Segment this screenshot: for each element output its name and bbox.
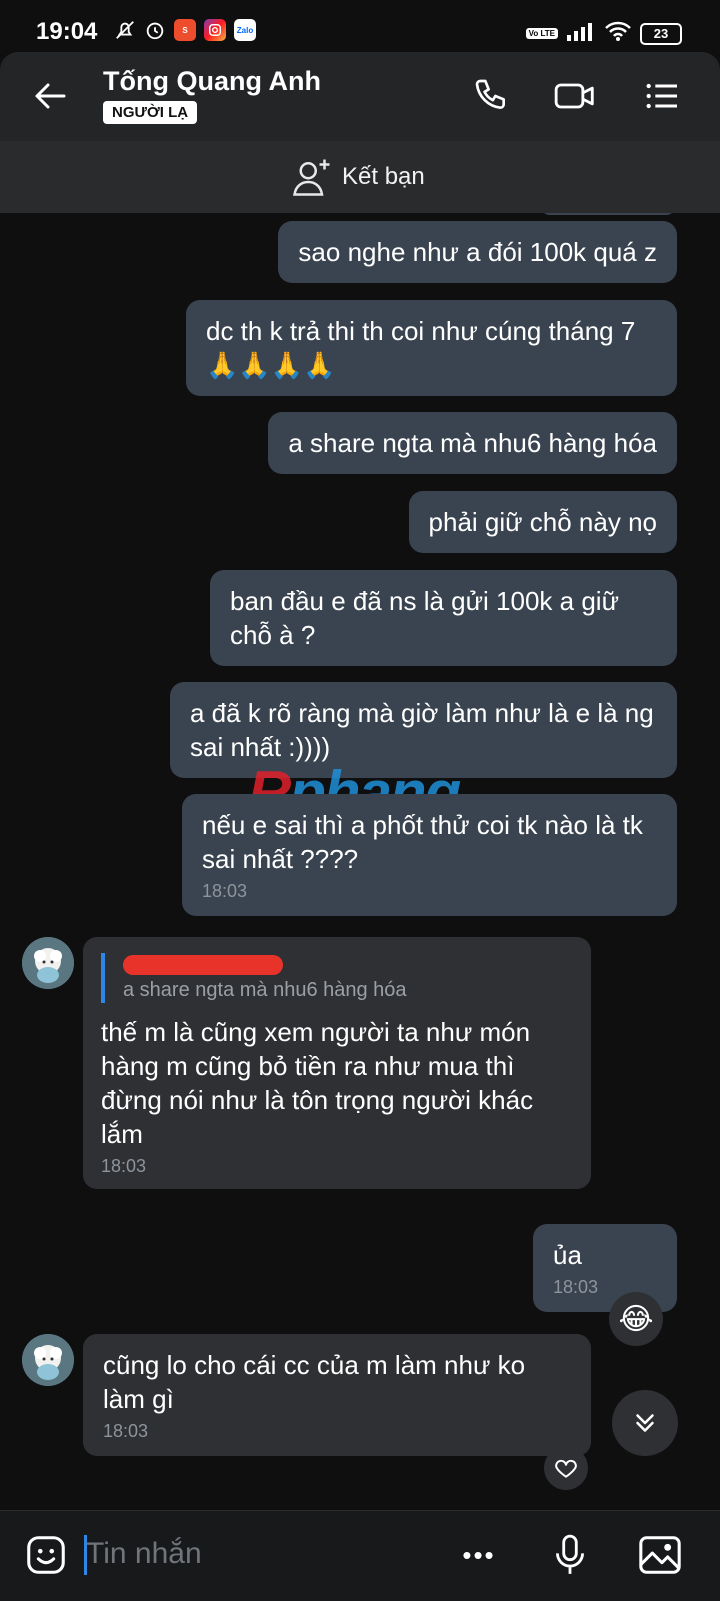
message-text: nếu e sai thì a phốt thử coi tk nào là t… [202,810,643,874]
message-text: ủa [553,1240,582,1270]
zalo-app-icon: Zalo [234,19,256,41]
chat-header: Tống Quang Anh NGƯỜI LẠ [0,52,720,141]
sheep-avatar-icon [22,937,74,989]
quoted-message[interactable]: a share ngta mà nhu6 hàng hóa [101,953,571,1003]
message-bubble-out[interactable]: ủa 18:03 [533,1224,677,1312]
message-text: a đã k rõ ràng mà giờ làm như là e là ng… [190,698,654,762]
battery-indicator: 23 [640,22,682,45]
message-bubble-out[interactable]: ban đầu e đã ns là gửi 100k a giữ chỗ à … [210,570,677,666]
video-call-button[interactable] [553,74,597,118]
message-bubble-out[interactable]: dc th k trả thi th coi như cúng tháng 7 … [186,300,677,396]
heart-icon [555,1459,577,1478]
message-text: a share ngta mà nhu6 hàng hóa [288,428,657,458]
contact-avatar[interactable] [22,1334,74,1386]
image-icon [639,1536,681,1574]
menu-button[interactable] [640,74,684,118]
voice-message-button[interactable] [546,1531,594,1579]
message-bubble-out[interactable]: sao nghe như a đói 100k quá z [278,221,677,283]
previous-message-edge [540,213,676,215]
add-user-icon [293,159,330,196]
image-picker-button[interactable] [636,1531,684,1579]
system-icons: Vo LTE 23 [525,20,682,47]
message-list[interactable]: sao nghe như a đói 100k quá z dc th k tr… [0,213,720,1510]
microphone-icon [556,1534,584,1574]
add-friend-label: Kết bạn [342,163,425,190]
message-text: sao nghe như a đói 100k quá z [298,237,657,267]
alarm-icon [144,19,166,41]
message-time: 18:03 [103,1421,149,1441]
message-text: cũng lo cho cái cc của m làm như ko làm … [103,1350,526,1414]
clock: 19:04 [36,18,98,45]
laughing-reaction-icon[interactable]: 😂 [609,1292,663,1346]
message-text: phải giữ chỗ này nọ [428,507,657,537]
video-camera-icon [554,83,594,109]
list-menu-icon [646,83,677,109]
like-reaction-button[interactable] [544,1446,588,1490]
more-options-button[interactable]: ••• [455,1531,503,1579]
stranger-badge: NGƯỜI LẠ [103,101,198,124]
message-input[interactable]: Tin nhắn [86,1537,202,1571]
instagram-app-icon [204,19,226,41]
arrow-left-icon [35,83,66,109]
chevron-double-down-icon [636,1414,654,1432]
message-time: 18:03 [101,1156,147,1176]
quoted-text: a share ngta mà nhu6 hàng hóa [123,979,407,1001]
message-text: dc th k trả thi th coi như cúng tháng 7 … [206,316,636,380]
sticker-button[interactable] [22,1531,70,1579]
sticker-smile-icon [27,1536,65,1574]
message-bubble-out[interactable]: nếu e sai thì a phốt thử coi tk nào là t… [182,794,677,916]
message-bubble-out[interactable]: a share ngta mà nhu6 hàng hóa [268,412,677,474]
message-text: thế m là cũng xem người ta như món hàng … [101,1017,534,1149]
message-time: 18:03 [202,881,248,901]
add-friend-button[interactable]: Kết bạn [292,157,425,197]
quoted-sender-redacted [123,953,571,977]
sheep-avatar-icon [22,1334,74,1386]
status-bar: 19:04 S Zalo Vo LTE 23 [0,0,720,52]
signal-icon [566,21,596,46]
back-button[interactable] [30,76,70,116]
message-bubble-in[interactable]: cũng lo cho cái cc của m làm như ko làm … [83,1334,591,1456]
reply-message-bubble[interactable]: a share ngta mà nhu6 hàng hóa thế m là c… [83,937,591,1189]
message-bubble-out[interactable]: phải giữ chỗ này nọ [408,491,677,553]
phone-icon [475,79,505,109]
message-text: ban đầu e đã ns là gửi 100k a giữ chỗ à … [230,586,619,650]
notification-icons: S Zalo [114,19,256,41]
scroll-to-bottom-button[interactable] [612,1390,678,1456]
bell-off-icon [114,19,136,41]
add-friend-bar: Kết bạn [0,141,720,214]
volte-icon: Vo LTE [525,28,558,39]
wifi-icon [604,20,632,47]
contact-name[interactable]: Tống Quang Anh [103,66,321,97]
voice-call-button[interactable] [470,74,514,118]
contact-avatar[interactable] [22,937,74,989]
message-composer: Tin nhắn ••• [0,1510,720,1601]
shopee-app-icon: S [174,19,196,41]
